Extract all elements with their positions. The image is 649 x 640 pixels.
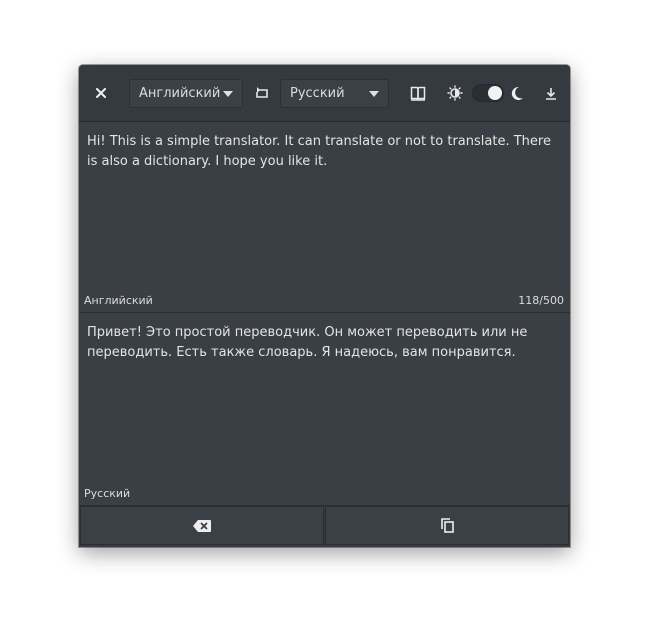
moon-icon [511, 86, 523, 100]
swap-languages-button[interactable] [251, 83, 273, 103]
download-button[interactable] [542, 84, 560, 102]
close-icon [96, 88, 106, 98]
copy-button[interactable] [325, 506, 569, 545]
swap-languages-icon [256, 87, 268, 98]
clear-button[interactable] [80, 506, 324, 545]
character-count: 118/500 [518, 294, 564, 307]
source-text[interactable]: Hi! This is a simple translator. It can … [87, 132, 560, 172]
toggle-knob [488, 86, 502, 100]
download-icon [546, 87, 556, 100]
header-bar: Английский Русский [79, 65, 570, 122]
sun-icon [447, 85, 463, 101]
close-button[interactable] [91, 83, 111, 103]
source-language-select[interactable]: Английский [129, 79, 243, 108]
copy-icon [440, 518, 454, 533]
dark-mode-indicator [509, 84, 525, 102]
chevron-down-icon [223, 91, 233, 97]
chevron-down-icon [369, 91, 379, 97]
translation-text-area: Привет! Это простой переводчик. Он может… [79, 313, 570, 505]
backspace-clear-icon [193, 519, 211, 532]
translation-text: Привет! Это простой переводчик. Он может… [87, 325, 528, 360]
source-language-label: Английский [139, 86, 221, 101]
dictionary-button[interactable] [407, 83, 429, 103]
target-language-label: Русский [290, 86, 345, 101]
source-text-area[interactable]: Hi! This is a simple translator. It can … [79, 122, 570, 312]
light-mode-indicator [446, 84, 464, 102]
source-language-caption: Английский [84, 294, 153, 307]
target-language-select[interactable]: Русский [280, 79, 389, 108]
translator-window: Английский Русский Hi! This is a simple … [79, 65, 570, 547]
dark-mode-toggle[interactable] [472, 84, 504, 102]
target-language-caption: Русский [84, 487, 131, 500]
book-icon [410, 86, 426, 101]
